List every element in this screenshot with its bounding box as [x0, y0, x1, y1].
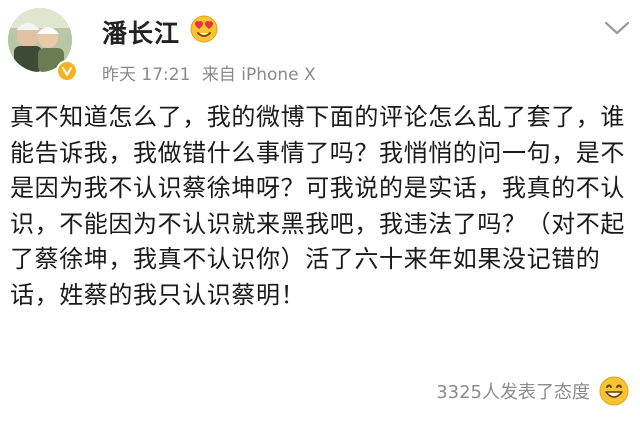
chevron-down-icon[interactable]	[604, 20, 630, 36]
love-eyes-emoji-icon	[188, 12, 220, 44]
reaction-count[interactable]: 3325人发表了态度	[436, 378, 590, 404]
post-header: 潘长江 昨天 17:21 来自 iPhone X	[0, 0, 640, 92]
post-source: 来自 iPhone X	[201, 65, 316, 85]
verified-badge-icon	[56, 60, 78, 82]
post-text: 真不知道怎么了，我的微博下面的评论怎么乱了套了，谁能告诉我，我做错什么事情了吗？…	[10, 103, 625, 309]
post-footer: 3325人发表了态度	[436, 373, 630, 409]
post-meta: 昨天 17:21 来自 iPhone X	[102, 60, 316, 85]
post-timestamp: 昨天 17:21	[102, 65, 191, 85]
avatar-container[interactable]	[8, 8, 80, 82]
smile-emoji-icon[interactable]	[598, 375, 630, 407]
author-name[interactable]: 潘长江	[102, 14, 180, 50]
